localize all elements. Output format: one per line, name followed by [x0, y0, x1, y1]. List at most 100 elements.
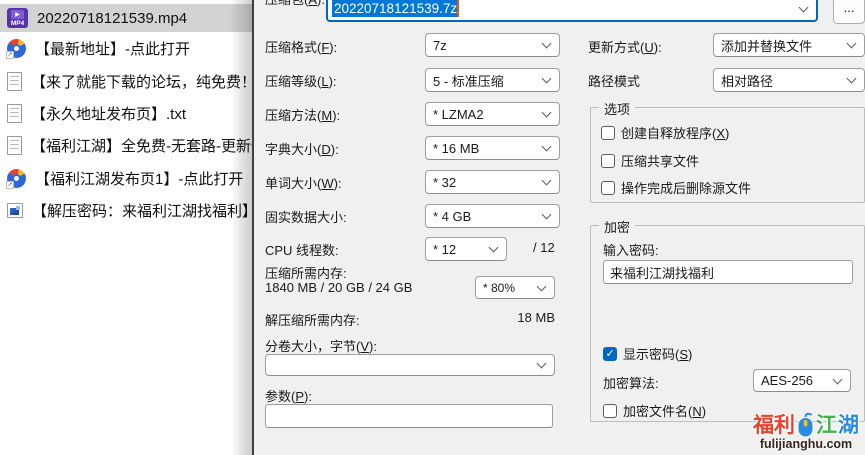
- encrypt-filenames-checkbox-row[interactable]: 加密文件名(N): [603, 401, 706, 420]
- chevron-down-icon: [833, 374, 843, 384]
- show-password-checkbox-row[interactable]: 显示密码(S): [603, 344, 692, 363]
- checkbox-unchecked[interactable]: [601, 126, 615, 140]
- format-dropdown[interactable]: 7z: [425, 33, 560, 57]
- solid-block-size-value: * 4 GB: [433, 209, 471, 224]
- memory-percent-value: * 80%: [483, 281, 515, 295]
- encryption-method-label: 加密算法:: [603, 373, 659, 392]
- browser-shortcut-icon: ➚: [7, 169, 26, 188]
- solid-block-size-dropdown[interactable]: * 4 GB: [425, 204, 560, 228]
- file-row[interactable]: ➚ 【最新地址】-点此打开: [0, 34, 252, 62]
- screen: ▶MP4 20220718121539.mp4 ➚ 【最新地址】-点此打开 【来…: [0, 0, 865, 455]
- encryption-groupbox: 加密 输入密码: 显示密码(S) 加密算法: AES-256 加密文件名(N): [590, 225, 865, 422]
- create-sfx-checkbox-row[interactable]: 创建自释放程序(X): [601, 123, 729, 142]
- path-mode-dropdown[interactable]: 相对路径: [713, 68, 865, 92]
- memory-usage-value: 1840 MB / 20 GB / 24 GB: [265, 280, 412, 295]
- method-label: 压缩方法(M):: [265, 105, 340, 124]
- password-input[interactable]: [603, 260, 853, 284]
- file-row[interactable]: 【福利江湖】全免费-无套路-更新快.txt: [0, 131, 252, 159]
- file-name: 【福利江湖发布页1】-点此打开: [35, 168, 243, 189]
- format-value: 7z: [433, 38, 447, 53]
- cpu-threads-max: / 12: [533, 240, 555, 255]
- word-size-value: * 32: [433, 175, 456, 190]
- mp4-file-icon: ▶MP4: [7, 8, 28, 28]
- checkbox-unchecked[interactable]: [601, 181, 615, 195]
- file-name: 【最新地址】-点此打开: [35, 38, 190, 59]
- chevron-down-icon: [489, 243, 499, 253]
- chevron-down-icon: [847, 74, 857, 84]
- cpu-threads-label: CPU 线程数:: [265, 240, 339, 259]
- image-file-icon: [7, 203, 23, 218]
- format-label: 压缩格式(F):: [265, 37, 337, 56]
- checkbox-unchecked[interactable]: [603, 404, 617, 418]
- file-name: 【永久地址发布页】.txt: [31, 103, 186, 124]
- archive-name-value: 20220718121539.7z: [332, 0, 457, 17]
- word-size-label: 单词大小(W):: [265, 173, 342, 192]
- delete-after-label: 操作完成后删除源文件: [621, 178, 751, 197]
- chevron-down-icon: [542, 142, 552, 152]
- encryption-method-dropdown[interactable]: AES-256: [753, 369, 851, 392]
- file-name: 【福利江湖】全免费-无套路-更新快.txt: [31, 135, 286, 156]
- chevron-down-icon: [542, 39, 552, 49]
- solid-block-size-label: 固实数据大小:: [265, 207, 347, 226]
- method-value: * LZMA2: [433, 107, 484, 122]
- encrypt-filenames-label: 加密文件名(N): [623, 401, 706, 420]
- text-file-icon: [7, 72, 22, 91]
- chevron-down-icon: [537, 281, 547, 291]
- split-volume-label: 分卷大小，字节(V):: [265, 336, 377, 355]
- text-file-icon: [7, 136, 22, 155]
- checkbox-checked[interactable]: [603, 347, 617, 361]
- text-file-icon: [7, 104, 22, 123]
- file-row[interactable]: ➚ 【福利江湖发布页1】-点此打开: [0, 164, 252, 192]
- options-groupbox: 选项 创建自释放程序(X) 压缩共享文件 操作完成后删除源文件: [590, 107, 865, 203]
- chevron-down-icon: [847, 39, 857, 49]
- cpu-threads-value: * 12: [433, 242, 456, 257]
- compress-shared-label: 压缩共享文件: [621, 151, 699, 170]
- chevron-down-icon[interactable]: [799, 2, 809, 12]
- chevron-down-icon: [542, 176, 552, 186]
- level-value: 5 - 标准压缩: [433, 71, 504, 90]
- add-to-archive-dialog: 压缩包(A): 20220718121539.7z ... 压缩格式(F): 7…: [252, 0, 865, 455]
- checkbox-unchecked[interactable]: [601, 154, 615, 168]
- archive-name-label: 压缩包(A):: [265, 0, 325, 8]
- cpu-threads-dropdown[interactable]: * 12: [425, 237, 507, 261]
- dictionary-size-dropdown[interactable]: * 16 MB: [425, 136, 560, 160]
- browse-button[interactable]: ...: [833, 0, 865, 24]
- encryption-method-value: AES-256: [761, 373, 813, 388]
- password-label: 输入密码:: [603, 240, 659, 259]
- update-mode-dropdown[interactable]: 添加并替换文件: [713, 33, 865, 57]
- parameters-input[interactable]: [265, 404, 553, 428]
- file-name: 【解压密码：来福利江湖找福利】.jpg: [32, 200, 281, 221]
- word-size-dropdown[interactable]: * 32: [425, 170, 560, 194]
- show-password-label: 显示密码(S): [623, 344, 692, 363]
- parameters-label: 参数(P):: [265, 386, 312, 405]
- encryption-group-title: 加密: [599, 217, 635, 236]
- dictionary-size-label: 字典大小(D):: [265, 139, 339, 158]
- memory-percent-dropdown[interactable]: * 80%: [475, 276, 555, 299]
- chevron-down-icon: [542, 210, 552, 220]
- compress-shared-checkbox-row[interactable]: 压缩共享文件: [601, 151, 699, 170]
- level-dropdown[interactable]: 5 - 标准压缩: [425, 68, 560, 92]
- split-volume-combobox[interactable]: [265, 354, 555, 376]
- update-mode-label: 更新方式(U):: [588, 37, 662, 56]
- file-row[interactable]: 【解压密码：来福利江湖找福利】.jpg: [0, 196, 252, 224]
- path-mode-value: 相对路径: [721, 71, 773, 90]
- level-label: 压缩等级(L):: [265, 71, 337, 90]
- file-row[interactable]: 【来了就能下载的论坛，纯免费！】.txt: [0, 67, 252, 95]
- delete-after-checkbox-row[interactable]: 操作完成后删除源文件: [601, 178, 751, 197]
- chevron-down-icon: [542, 74, 552, 84]
- update-mode-value: 添加并替换文件: [721, 36, 812, 55]
- decompress-memory-label: 解压缩所需内存:: [265, 310, 360, 329]
- text-caret: [457, 0, 459, 17]
- archive-name-combobox[interactable]: 20220718121539.7z: [326, 0, 818, 22]
- decompress-memory-value: 18 MB: [473, 310, 555, 325]
- create-sfx-label: 创建自释放程序(X): [621, 123, 729, 142]
- chevron-down-icon: [542, 108, 552, 118]
- file-name: 20220718121539.mp4: [37, 10, 187, 27]
- chevron-down-icon: [537, 359, 547, 369]
- file-row-selected[interactable]: ▶MP4 20220718121539.mp4: [0, 4, 252, 32]
- path-mode-label: 路径模式: [588, 71, 640, 90]
- file-row[interactable]: 【永久地址发布页】.txt: [0, 99, 252, 127]
- method-dropdown[interactable]: * LZMA2: [425, 102, 560, 126]
- dictionary-size-value: * 16 MB: [433, 141, 479, 156]
- file-list-panel: ▶MP4 20220718121539.mp4 ➚ 【最新地址】-点此打开 【来…: [0, 0, 252, 455]
